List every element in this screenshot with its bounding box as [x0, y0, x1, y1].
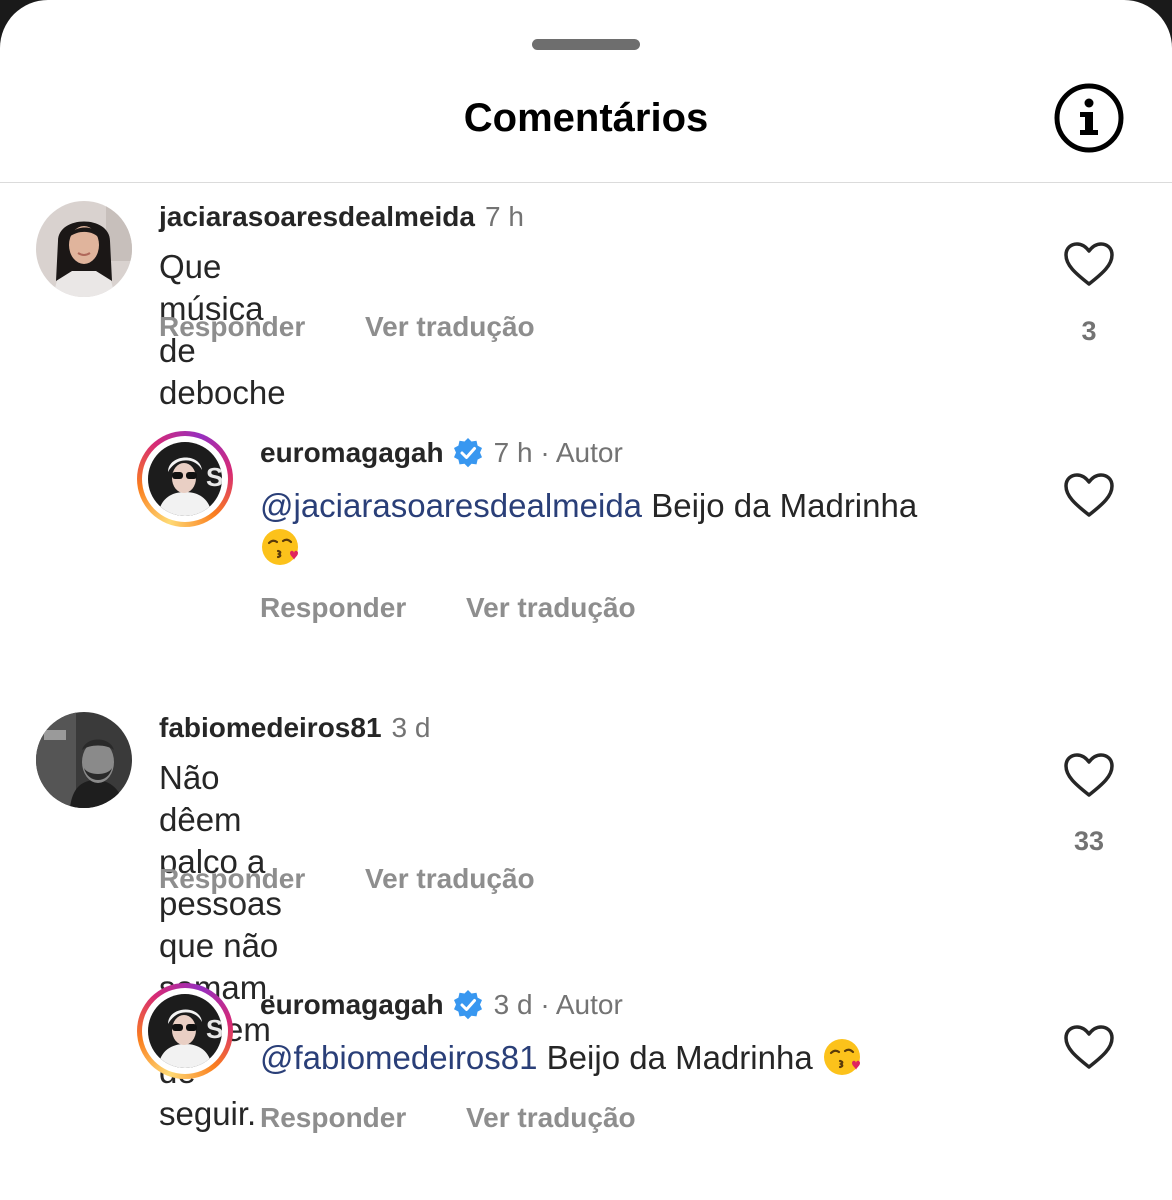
avatar[interactable]: S	[137, 431, 233, 527]
see-translation-button[interactable]: Ver tradução	[466, 592, 636, 624]
comment-meta: jaciarasoaresdealmeida 7 h	[159, 201, 524, 233]
comment-meta: fabiomedeiros81 3 d	[159, 712, 430, 744]
reply-button[interactable]: Responder	[159, 863, 305, 895]
comment-body: Beijo da Madrinha	[537, 1039, 822, 1076]
like-heart-icon[interactable]	[1063, 752, 1115, 798]
see-translation-button[interactable]: Ver tradução	[365, 311, 535, 343]
like-heart-icon[interactable]	[1063, 1024, 1115, 1070]
svg-text:S: S	[206, 462, 222, 492]
mention-link[interactable]: @fabiomedeiros81	[260, 1039, 538, 1076]
like-count: 33	[1073, 826, 1105, 856]
page-title: Comentários	[463, 96, 709, 140]
see-translation-button[interactable]: Ver tradução	[365, 863, 535, 895]
comment-time: 3 d	[391, 712, 431, 743]
avatar-photo: S	[148, 994, 222, 1068]
avatar[interactable]	[36, 712, 132, 808]
comment-text: @jaciarasoaresdealmeida Beijo da Madrinh…	[260, 485, 1040, 569]
verified-badge-icon	[453, 438, 482, 468]
kissing-face-emoji	[823, 1039, 860, 1075]
comment-actions: Responder Ver tradução	[159, 863, 535, 895]
verified-badge-icon	[453, 990, 482, 1020]
info-icon[interactable]	[1054, 83, 1124, 153]
kissing-face-emoji	[262, 529, 298, 565]
avatar-photo	[36, 201, 132, 297]
mention-link[interactable]: @jaciarasoaresdealmeida	[260, 487, 642, 524]
comment-meta: euromagagah 3 d · Autor	[260, 989, 623, 1021]
comment-meta: euromagagah 7 h · Autor	[260, 437, 623, 469]
comment-text: @fabiomedeiros81 Beijo da Madrinha	[260, 1037, 1040, 1079]
comment-body: Beijo da Madrinha	[642, 487, 918, 524]
comment-time: 3 d · Autor	[493, 989, 623, 1020]
svg-text:S: S	[206, 1014, 222, 1044]
comment-username[interactable]: fabiomedeiros81	[159, 712, 382, 744]
comment-username[interactable]: jaciarasoaresdealmeida	[159, 201, 475, 233]
comment-username[interactable]: euromagagah	[260, 437, 444, 469]
reply-button[interactable]: Responder	[260, 592, 406, 624]
comments-sheet: Comentários jaciarasoaresdealmeida 7 h Q…	[0, 0, 1172, 1200]
comment-time: 7 h	[484, 201, 524, 232]
header-divider	[0, 182, 1172, 183]
comment-actions: Responder Ver tradução	[260, 1102, 636, 1134]
comment-actions: Responder Ver tradução	[260, 592, 636, 624]
reply-button[interactable]: Responder	[159, 311, 305, 343]
comment-username[interactable]: euromagagah	[260, 989, 444, 1021]
like-heart-icon[interactable]	[1063, 241, 1115, 287]
like-heart-icon[interactable]	[1063, 472, 1115, 518]
see-translation-button[interactable]: Ver tradução	[466, 1102, 636, 1134]
sheet-grabber[interactable]	[532, 39, 640, 50]
comment-time: 7 h · Autor	[493, 437, 623, 468]
avatar-photo	[36, 712, 132, 808]
like-count: 3	[1081, 316, 1097, 346]
avatar[interactable]: S	[137, 983, 233, 1079]
avatar[interactable]	[36, 201, 132, 297]
comment-actions: Responder Ver tradução	[159, 311, 535, 343]
reply-button[interactable]: Responder	[260, 1102, 406, 1134]
avatar-photo: S	[148, 442, 222, 516]
